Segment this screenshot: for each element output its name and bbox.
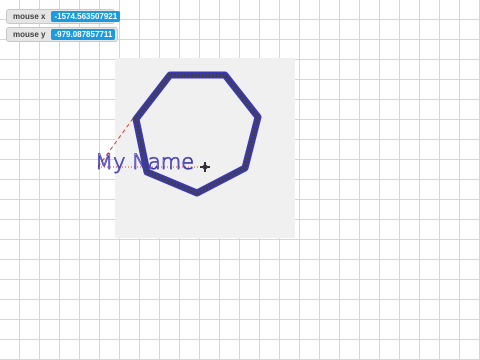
sprite-label-text: My Name	[95, 150, 194, 174]
stage-canvas[interactable]: My Name	[0, 0, 480, 360]
